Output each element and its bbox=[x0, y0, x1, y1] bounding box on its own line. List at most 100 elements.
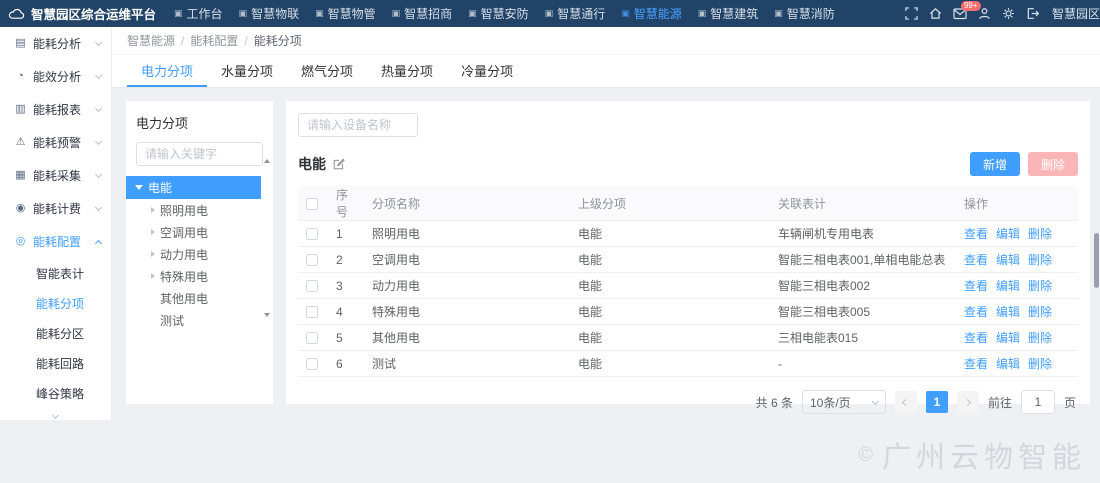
tree-node-power[interactable]: 动力用电 bbox=[126, 243, 261, 265]
row-checkbox[interactable] bbox=[306, 254, 318, 266]
messages-icon[interactable]: 99+ bbox=[953, 7, 967, 20]
sidebar-scroll-more[interactable] bbox=[0, 408, 111, 425]
tab-cooling[interactable]: 冷量分项 bbox=[447, 55, 527, 87]
nav-item-security[interactable]: ▣智慧安防 bbox=[460, 0, 537, 27]
page-size-select[interactable]: 10条/页 bbox=[802, 390, 886, 414]
delete-link[interactable]: 删除 bbox=[1028, 227, 1052, 241]
keyword-search-input[interactable] bbox=[136, 142, 263, 166]
tree-node-root[interactable]: 电能 bbox=[126, 176, 261, 199]
page-scrollbar[interactable] bbox=[1094, 233, 1099, 288]
config-icon: ◎ bbox=[13, 236, 28, 247]
cell-no: 2 bbox=[328, 247, 364, 273]
cell-meters: 智能三相电表002 bbox=[770, 273, 956, 299]
tree-node-special[interactable]: 特殊用电 bbox=[126, 265, 261, 287]
sidebar-item-energy-billing[interactable]: ◉ 能耗计费 bbox=[0, 192, 111, 225]
nav-item-energy[interactable]: ▣智慧能源 bbox=[613, 0, 690, 27]
nav-item-investment[interactable]: ▣智慧招商 bbox=[384, 0, 461, 27]
sidebar-item-energy-report[interactable]: ▥ 能耗报表 bbox=[0, 93, 111, 126]
next-page-button[interactable] bbox=[957, 391, 979, 413]
add-button[interactable]: 新增 bbox=[970, 152, 1020, 176]
fullscreen-icon[interactable] bbox=[905, 7, 918, 20]
nav-item-label: 工作台 bbox=[187, 5, 223, 22]
sidebar-item-energy-subitem[interactable]: 能耗分项 bbox=[0, 288, 111, 318]
view-link[interactable]: 查看 bbox=[964, 253, 988, 267]
delete-link[interactable]: 删除 bbox=[1028, 357, 1052, 371]
tree-node-other[interactable]: 其他用电 bbox=[126, 287, 261, 309]
breadcrumb-item[interactable]: 智慧能源 bbox=[127, 32, 175, 49]
nav-item-fire[interactable]: ▣智慧消防 bbox=[766, 0, 843, 27]
tab-water[interactable]: 水量分项 bbox=[207, 55, 287, 87]
sidebar-item-energy-analysis[interactable]: ▤ 能耗分析 bbox=[0, 27, 111, 60]
scroll-down-icon[interactable] bbox=[264, 313, 270, 317]
edit-link[interactable]: 编辑 bbox=[996, 305, 1020, 319]
cell-no: 4 bbox=[328, 299, 364, 325]
view-link[interactable]: 查看 bbox=[964, 357, 988, 371]
scroll-up-icon[interactable] bbox=[264, 159, 270, 163]
delete-link[interactable]: 删除 bbox=[1028, 279, 1052, 293]
sidebar-item-energy-config[interactable]: ◎ 能耗配置 bbox=[0, 225, 111, 258]
col-header-actions: 操作 bbox=[956, 186, 1078, 221]
edit-link[interactable]: 编辑 bbox=[996, 253, 1020, 267]
tree-node-ac[interactable]: 空调用电 bbox=[126, 221, 261, 243]
sidebar-item-smart-meter[interactable]: 智能表计 bbox=[0, 258, 111, 288]
tab-heat[interactable]: 热量分项 bbox=[367, 55, 447, 87]
sidebar-item-label: 能效分析 bbox=[33, 68, 96, 85]
nav-overflow-label[interactable]: 智慧园区 bbox=[1052, 5, 1100, 22]
cell-meters: 三相电能表015 bbox=[770, 325, 956, 351]
row-checkbox[interactable] bbox=[306, 332, 318, 344]
table-row: 4 特殊用电 电能 智能三相电表005 查看编辑删除 bbox=[298, 299, 1078, 325]
sidebar-item-efficiency-analysis[interactable]: ◔ 能效分析 bbox=[0, 60, 111, 93]
current-page-button[interactable]: 1 bbox=[926, 391, 948, 413]
settings-gear-icon[interactable] bbox=[1002, 7, 1015, 20]
sidebar-item-energy-alarm[interactable]: ⚠ 能耗预警 bbox=[0, 126, 111, 159]
row-checkbox[interactable] bbox=[306, 228, 318, 240]
prev-page-button[interactable] bbox=[895, 391, 917, 413]
edit-icon[interactable] bbox=[332, 158, 345, 171]
goto-page-input[interactable] bbox=[1021, 390, 1055, 414]
category-tree: 电能 照明用电 空调用电 动力用电 bbox=[126, 176, 261, 331]
edit-link[interactable]: 编辑 bbox=[996, 357, 1020, 371]
delete-link[interactable]: 删除 bbox=[1028, 253, 1052, 267]
device-search-input[interactable] bbox=[298, 113, 418, 137]
view-link[interactable]: 查看 bbox=[964, 227, 988, 241]
row-checkbox[interactable] bbox=[306, 280, 318, 292]
select-all-checkbox[interactable] bbox=[306, 198, 318, 210]
sidebar-submenu: 智能表计 能耗分项 能耗分区 能耗回路 峰谷策略 bbox=[0, 258, 111, 408]
view-link[interactable]: 查看 bbox=[964, 279, 988, 293]
nav-item-access[interactable]: ▣智慧通行 bbox=[537, 0, 614, 27]
nav-item-icon: ▣ bbox=[774, 9, 783, 18]
tab-gas[interactable]: 燃气分项 bbox=[287, 55, 367, 87]
tree-node-test[interactable]: 测试 bbox=[126, 309, 261, 331]
tree-node-lighting[interactable]: 照明用电 bbox=[126, 199, 261, 221]
nav-item-iot[interactable]: ▣智慧物联 bbox=[231, 0, 308, 27]
user-icon[interactable] bbox=[978, 7, 991, 20]
alert-icon: ⚠ bbox=[13, 137, 28, 148]
edit-link[interactable]: 编辑 bbox=[996, 279, 1020, 293]
view-link[interactable]: 查看 bbox=[964, 331, 988, 345]
delete-button[interactable]: 删除 bbox=[1028, 152, 1078, 176]
tab-electric[interactable]: 电力分项 bbox=[127, 55, 207, 87]
view-link[interactable]: 查看 bbox=[964, 305, 988, 319]
delete-link[interactable]: 删除 bbox=[1028, 331, 1052, 345]
logout-icon[interactable] bbox=[1026, 7, 1039, 20]
chevron-down-icon bbox=[95, 171, 102, 178]
nav-item-property[interactable]: ▣智慧物管 bbox=[307, 0, 384, 27]
sidebar-item-energy-zone[interactable]: 能耗分区 bbox=[0, 318, 111, 348]
edit-link[interactable]: 编辑 bbox=[996, 227, 1020, 241]
nav-item-label: 智慧物管 bbox=[328, 5, 376, 22]
nav-item-workbench[interactable]: ▣工作台 bbox=[166, 0, 231, 27]
breadcrumb-item[interactable]: 能耗配置 bbox=[190, 32, 238, 49]
nav-item-building[interactable]: ▣智慧建筑 bbox=[690, 0, 767, 27]
row-checkbox[interactable] bbox=[306, 306, 318, 318]
cell-meters: 智能三相电表001,单相电能总表 bbox=[770, 247, 956, 273]
row-checkbox[interactable] bbox=[306, 358, 318, 370]
sidebar-item-peak-valley-strategy[interactable]: 峰谷策略 bbox=[0, 378, 111, 408]
edit-link[interactable]: 编辑 bbox=[996, 331, 1020, 345]
chevron-down-icon bbox=[95, 105, 102, 112]
sidebar-item-energy-collection[interactable]: ▦ 能耗采集 bbox=[0, 159, 111, 192]
delete-link[interactable]: 删除 bbox=[1028, 305, 1052, 319]
home-icon[interactable] bbox=[929, 7, 942, 20]
nav-item-label: 智慧能源 bbox=[634, 5, 682, 22]
watermark-text: 广州云物智能 bbox=[882, 434, 1086, 476]
sidebar-item-energy-circuit[interactable]: 能耗回路 bbox=[0, 348, 111, 378]
